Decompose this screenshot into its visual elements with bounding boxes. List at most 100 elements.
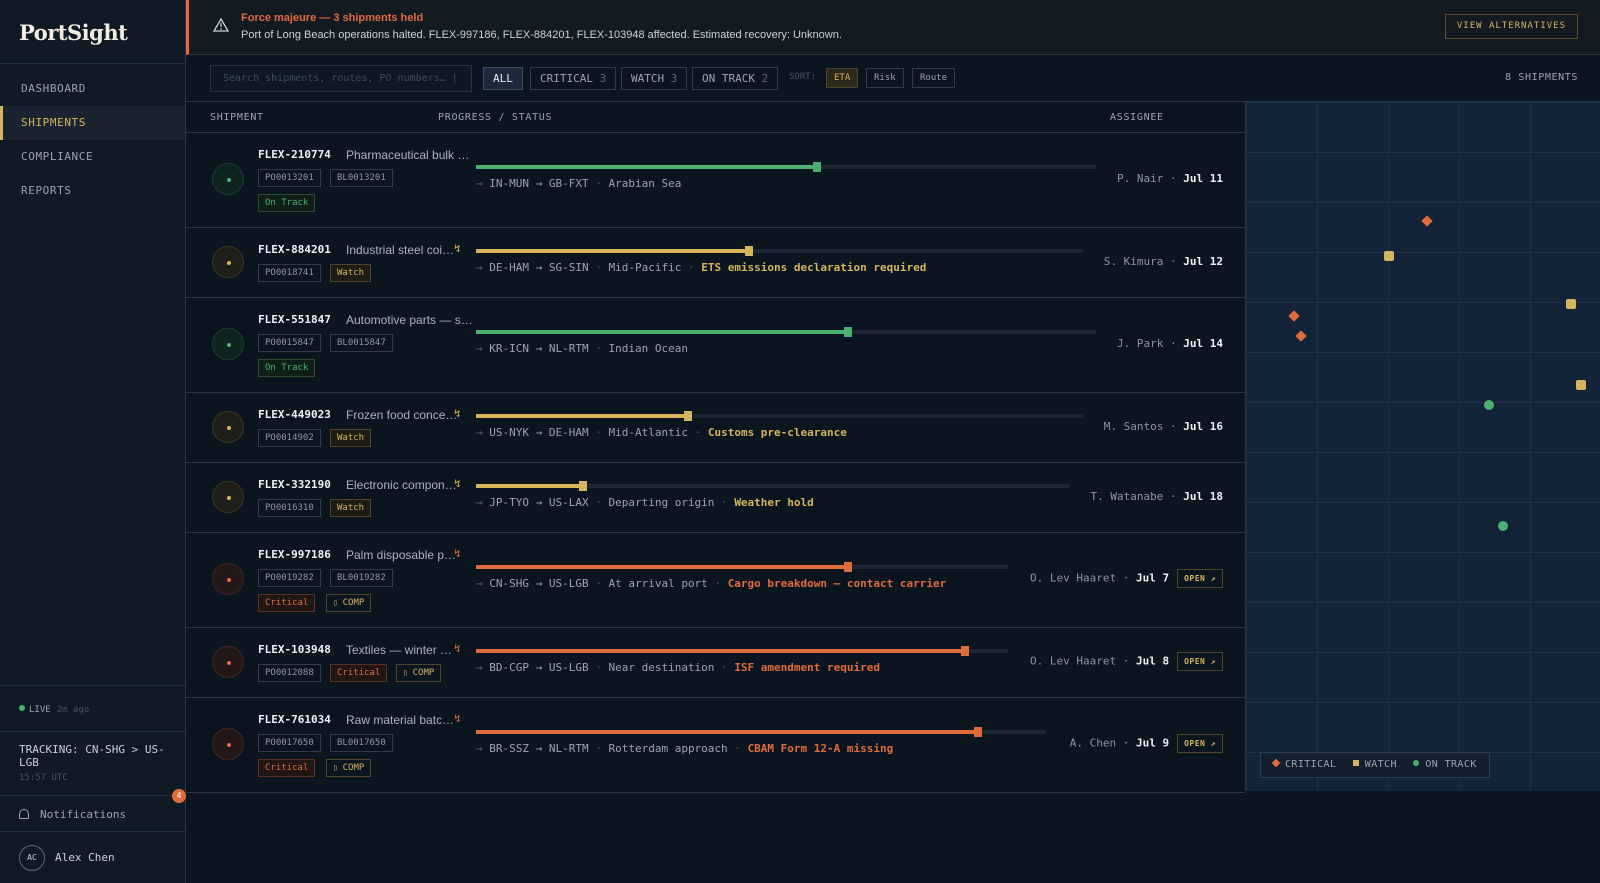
route-info: → IN-MUN → GB-FXT · Arabian Sea: [476, 177, 681, 190]
filter-critical[interactable]: CRITICAL 3: [530, 67, 617, 90]
status-badge: On Track: [258, 359, 316, 377]
nav-item-compliance[interactable]: COMPLIANCE: [0, 140, 185, 174]
map-marker-critical[interactable]: [1288, 310, 1300, 322]
map-marker-watch[interactable]: [1384, 251, 1394, 261]
map-marker-watch[interactable]: [1576, 380, 1586, 390]
assignee-name[interactable]: O. Lev Haaret: [1030, 572, 1116, 585]
progress-track: [476, 481, 1070, 491]
progress-handle[interactable]: [844, 562, 853, 572]
map-marker-on-track[interactable]: [1498, 521, 1508, 531]
compliance-label: COMP: [342, 598, 365, 608]
sort-route-button[interactable]: Route: [912, 68, 956, 88]
table-row[interactable]: FLEX-103948 Textiles — winter … ↯ PO0012088…: [186, 628, 1245, 698]
status-indicator: [212, 246, 244, 278]
shipment-id[interactable]: FLEX-103948: [258, 643, 331, 656]
current-location: Departing origin: [608, 496, 715, 509]
assignee-name[interactable]: M. Santos: [1104, 420, 1164, 433]
filter-on-track[interactable]: ON TRACK 2: [692, 67, 779, 90]
eta-date: Jul 18: [1183, 490, 1223, 503]
table-row[interactable]: FLEX-884201 Industrial steel coi… ↯ PO00187…: [186, 228, 1245, 298]
compliance-label: COMP: [412, 668, 435, 678]
progress-track: [476, 411, 1083, 421]
progress-handle[interactable]: [578, 481, 587, 491]
progress-handle[interactable]: [973, 727, 982, 737]
diamond-icon: [1271, 758, 1281, 768]
route-alert: Customs pre-clearance: [707, 426, 847, 439]
current-location: At arrival port: [608, 577, 708, 590]
shipment-id[interactable]: FLEX-761034: [258, 713, 331, 726]
filter-watch[interactable]: WATCH 3: [621, 67, 688, 90]
route-info: → BD-CGP → US-LGB · Near destination · I…: [476, 661, 880, 674]
progress-handle[interactable]: [745, 246, 754, 256]
sort-risk-button[interactable]: Risk: [866, 68, 904, 88]
shipment-id[interactable]: FLEX-551847: [258, 313, 331, 326]
map-marker-watch[interactable]: [1566, 299, 1576, 309]
bolt-icon: ↯: [454, 407, 461, 420]
map-marker-on-track[interactable]: [1484, 400, 1494, 410]
open-button[interactable]: OPEN ↗: [1177, 569, 1223, 588]
shipment-id[interactable]: FLEX-997186: [258, 548, 331, 561]
legend-label: ON TRACK: [1425, 759, 1477, 770]
assignee-eta: A. Chen · Jul 9 OPEN ↗: [1070, 734, 1223, 753]
open-label: OPEN: [1184, 657, 1206, 666]
route-code: BR-SSZ → NL-RTM: [489, 742, 589, 755]
search-input[interactable]: Search shipments, routes, PO numbers… |: [210, 65, 472, 92]
live-ago: 2m ago: [56, 705, 90, 715]
sort-label: SORT:: [789, 72, 817, 82]
assignee-eta: O. Lev Haaret · Jul 7 OPEN ↗: [1030, 569, 1223, 588]
route-code: US-NYK → DE-HAM: [489, 426, 589, 439]
shipment-description: Frozen food conce…: [346, 408, 458, 422]
shipment-id[interactable]: FLEX-332190: [258, 478, 331, 491]
status-dot-icon: [227, 496, 231, 500]
shipment-description: Raw material batc…: [346, 713, 455, 727]
assignee-name[interactable]: T. Watanabe: [1091, 490, 1164, 503]
nav-item-shipments[interactable]: SHIPMENTS: [0, 106, 185, 140]
assignee-name[interactable]: J. Park: [1117, 337, 1163, 350]
nav-menu: DASHBOARD SHIPMENTS COMPLIANCE REPORTS: [0, 64, 185, 208]
shipment-id[interactable]: FLEX-884201: [258, 243, 331, 256]
nav-item-dashboard[interactable]: DASHBOARD: [0, 72, 185, 106]
route-map[interactable]: CRITICAL WATCH ON TRACK: [1245, 102, 1600, 791]
app-logo[interactable]: PortSight: [0, 0, 185, 64]
assignee-name[interactable]: A. Chen: [1070, 737, 1116, 750]
nav-item-reports[interactable]: REPORTS: [0, 174, 185, 208]
separator: ·: [588, 261, 609, 274]
map-marker-critical[interactable]: [1295, 330, 1307, 342]
external-link-icon: ↗: [1205, 739, 1216, 748]
sort-eta-button[interactable]: ETA: [826, 68, 859, 88]
eta-date: Jul 7: [1135, 571, 1170, 585]
assignee-name[interactable]: P. Nair: [1117, 172, 1163, 185]
table-row[interactable]: FLEX-332190 Electronic compon… ↯ PO0016310 W…: [186, 463, 1245, 533]
status-badge: Watch: [330, 429, 372, 447]
progress-handle[interactable]: [813, 162, 821, 172]
progress-handle[interactable]: [684, 411, 693, 421]
shipment-id[interactable]: FLEX-449023: [258, 408, 331, 421]
shipment-description: Pharmaceutical bulk …: [346, 148, 470, 162]
shipment-id[interactable]: FLEX-210774: [258, 148, 331, 161]
table-row[interactable]: FLEX-761034 Raw material batc… ↯ PO0017650 B…: [186, 698, 1245, 793]
open-button[interactable]: OPEN ↗: [1177, 734, 1223, 753]
notifications-button[interactable]: Notifications 4: [0, 789, 186, 832]
view-alternatives-button[interactable]: VIEW ALTERNATIVES: [1444, 14, 1578, 39]
assignee-name[interactable]: O. Lev Haaret: [1030, 655, 1116, 668]
filter-all[interactable]: ALL: [483, 67, 523, 90]
table-row[interactable]: FLEX-210774 Pharmaceutical bulk … PO001320…: [186, 133, 1245, 228]
table-row[interactable]: FLEX-551847 Automotive parts — s… PO001584…: [186, 298, 1245, 393]
table-row[interactable]: FLEX-997186 Palm disposable p… ↯ PO0019282 B…: [186, 533, 1245, 628]
shipment-description: Textiles — winter …: [346, 643, 453, 657]
po-number-tag: PO0014902: [258, 429, 321, 447]
progress-handle[interactable]: [961, 646, 970, 656]
assignee-name[interactable]: S. Kimura: [1104, 255, 1164, 268]
status-indicator: [212, 481, 244, 513]
status-badge: Critical: [258, 759, 316, 777]
current-location: Indian Ocean: [608, 342, 688, 355]
status-dot-icon: [227, 743, 231, 747]
map-marker-critical[interactable]: [1421, 215, 1433, 227]
route-info: → KR-ICN → NL-RTM · Indian Ocean: [476, 342, 688, 355]
open-button[interactable]: OPEN ↗: [1177, 652, 1223, 671]
banner-title: Force majeure — 3 shipments held: [241, 12, 424, 24]
table-row[interactable]: FLEX-449023 Frozen food conce… ↯ PO0014902 W…: [186, 393, 1245, 463]
user-profile[interactable]: AC Alex Chen: [0, 841, 186, 883]
separator: ·: [1116, 571, 1136, 585]
progress-handle[interactable]: [844, 327, 852, 337]
